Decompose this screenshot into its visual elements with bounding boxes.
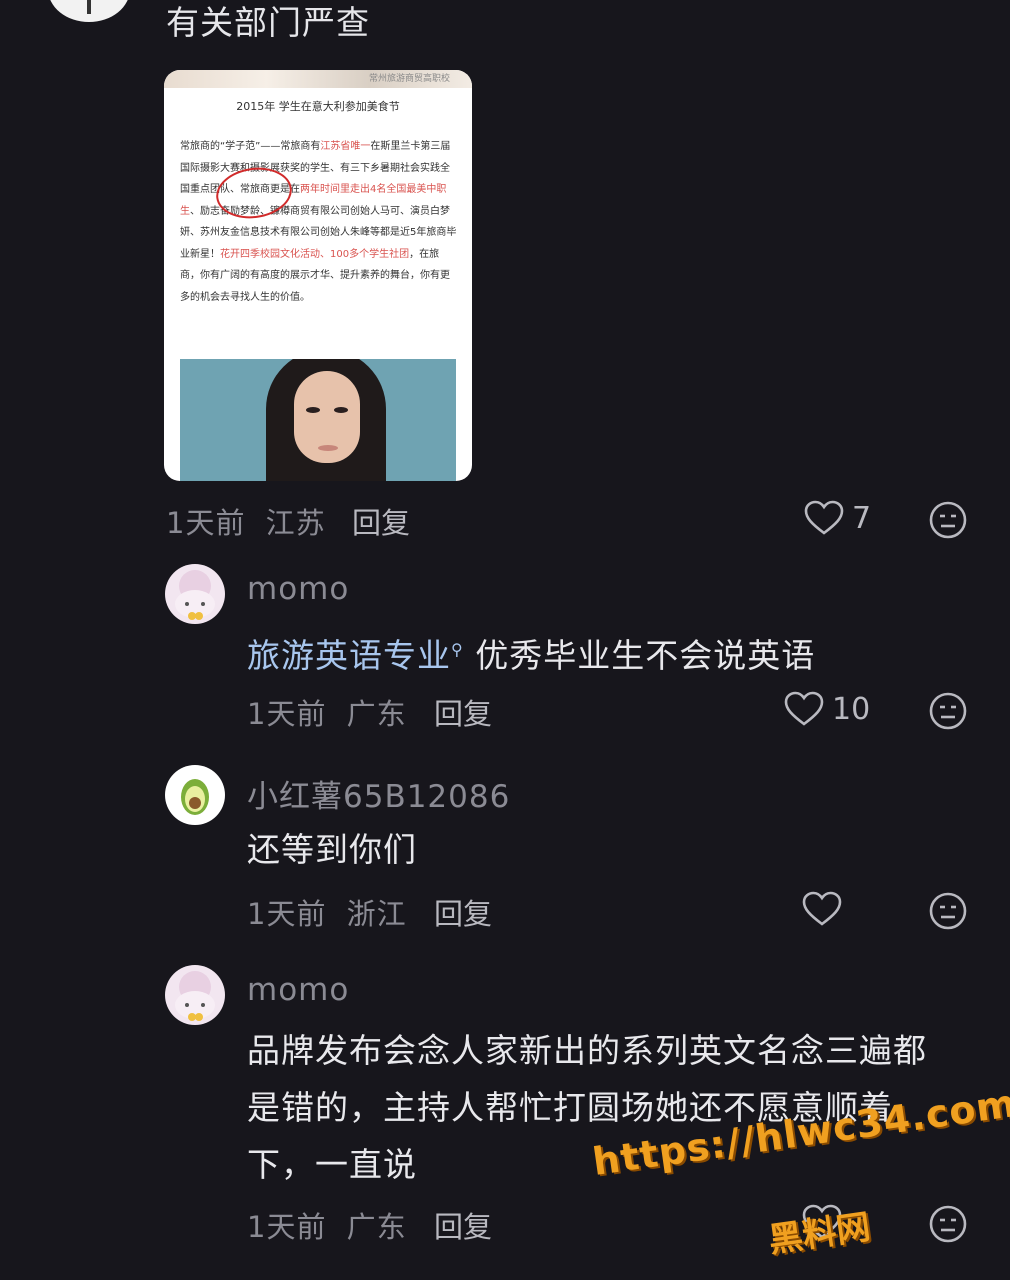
- comment-text: 有关部门严查: [166, 3, 370, 42]
- comment-meta: 1天前 广东: [247, 1204, 407, 1246]
- plus-icon: [87, 0, 91, 14]
- avatar[interactable]: [165, 564, 225, 624]
- reply-button[interactable]: 回复: [434, 691, 492, 733]
- like-button[interactable]: 7: [804, 500, 871, 536]
- comment-meta: 1天前 江苏: [166, 500, 326, 542]
- username[interactable]: 小红薯65B12086: [247, 771, 510, 816]
- comment-text: 旅游英语专业⚲ 优秀毕业生不会说英语: [247, 636, 816, 675]
- like-button[interactable]: 10: [784, 691, 870, 727]
- emoji-icon[interactable]: [928, 891, 968, 931]
- portrait-photo: [180, 359, 456, 481]
- comment-meta: 1天前 浙江: [247, 891, 407, 933]
- comment-time: 1天前: [247, 697, 327, 731]
- search-link[interactable]: 旅游英语专业: [247, 636, 451, 675]
- comment-time: 1天前: [166, 506, 246, 540]
- heart-icon: [784, 691, 824, 726]
- heart-icon: [804, 500, 844, 535]
- avatar[interactable]: [165, 765, 225, 825]
- comment-location: 广东: [346, 1210, 407, 1244]
- heart-icon: [802, 891, 842, 926]
- username[interactable]: momo: [247, 972, 349, 1008]
- emoji-icon[interactable]: [928, 500, 968, 540]
- comment-time: 1天前: [247, 1210, 327, 1244]
- like-count: 10: [832, 691, 871, 727]
- emoji-icon[interactable]: [928, 1204, 968, 1244]
- image-paragraph: 常旅商的“学子范”——常旅商有江苏省唯一在斯里兰卡第三届国际摄影大赛和摄影展获奖…: [180, 141, 457, 303]
- reply-button[interactable]: 回复: [434, 891, 492, 933]
- comment-location: 江苏: [265, 506, 326, 540]
- like-count: 7: [852, 500, 872, 536]
- image-watermark: 常州旅游商贸高职校: [368, 74, 450, 84]
- username[interactable]: momo: [247, 571, 349, 607]
- comment-image[interactable]: 常州旅游商贸高职校 2015年 学生在意大利参加美食节 常旅商的“学子范”——常…: [164, 70, 472, 481]
- image-title: 2015年 学生在意大利参加美食节: [236, 100, 400, 113]
- reply-button[interactable]: 回复: [434, 1204, 492, 1246]
- comment-text: 还等到你们: [247, 830, 417, 869]
- search-icon[interactable]: ⚲: [451, 640, 464, 659]
- like-button[interactable]: [802, 891, 842, 927]
- avatar[interactable]: [48, 0, 130, 22]
- reply-button[interactable]: 回复: [352, 500, 410, 542]
- comment-time: 1天前: [247, 897, 327, 931]
- comment-location: 浙江: [346, 897, 407, 931]
- avatar[interactable]: [165, 965, 225, 1025]
- comment-meta: 1天前 广东: [247, 691, 407, 733]
- overlay-watermark-name: 黑料网: [766, 1207, 873, 1261]
- comment-location: 广东: [346, 697, 407, 731]
- emoji-icon[interactable]: [928, 691, 968, 731]
